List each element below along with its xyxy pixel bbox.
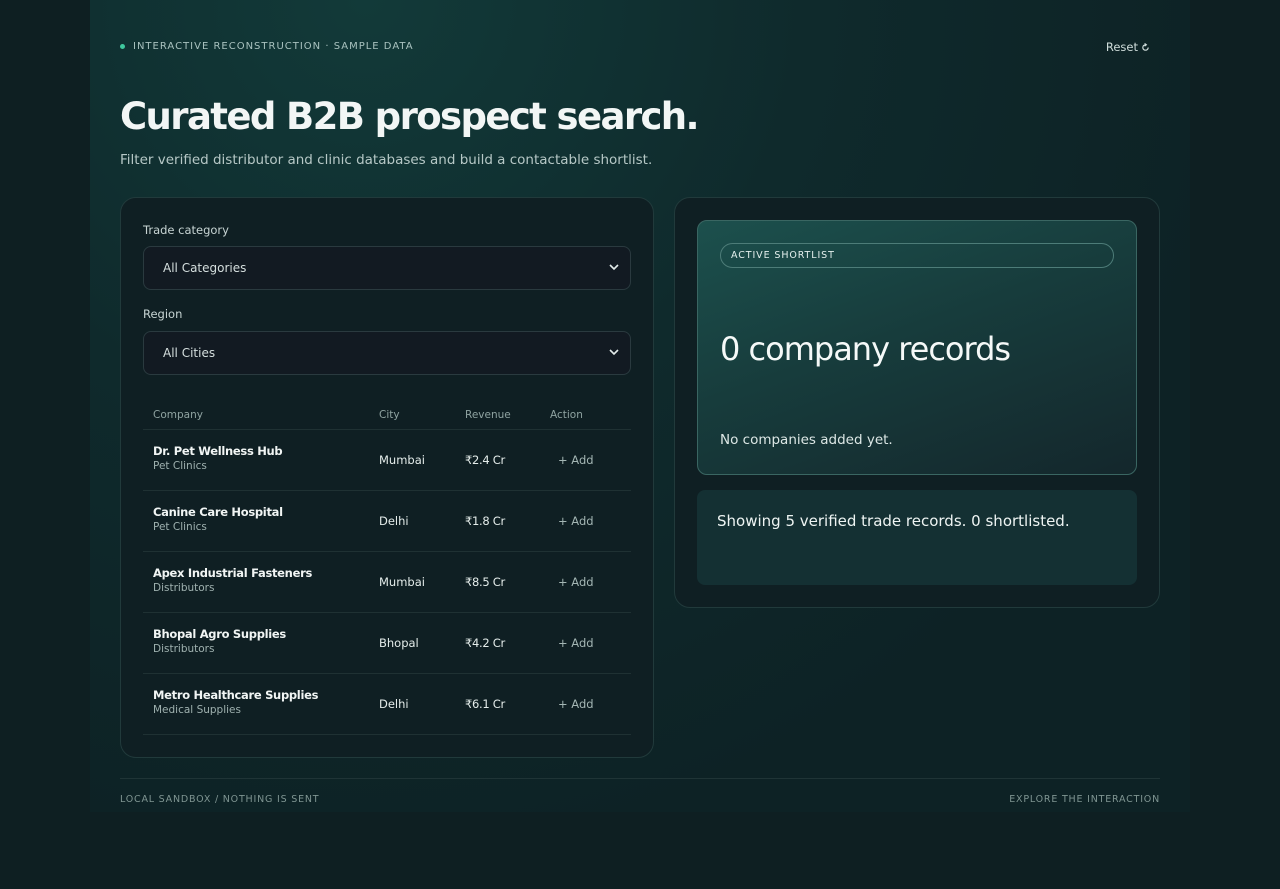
table-row: Bhopal Agro Supplies Distributors Bhopal… bbox=[143, 613, 631, 674]
status-dot-icon bbox=[120, 44, 125, 49]
company-revenue: ₹4.2 Cr bbox=[465, 636, 505, 650]
eyebrow: INTERACTIVE RECONSTRUCTION · SAMPLE DATA bbox=[120, 41, 414, 52]
table-row: Canine Care Hospital Pet Clinics Delhi ₹… bbox=[143, 491, 631, 552]
shortlist-empty-text: No companies added yet. bbox=[720, 432, 893, 448]
footer-divider bbox=[120, 778, 1160, 779]
status-card: Showing 5 verified trade records. 0 shor… bbox=[697, 490, 1137, 585]
top-bar: INTERACTIVE RECONSTRUCTION · SAMPLE DATA… bbox=[120, 40, 1160, 55]
company-city: Delhi bbox=[379, 697, 409, 711]
category-label: Trade category bbox=[143, 223, 229, 237]
add-company-button[interactable]: + Add bbox=[558, 514, 594, 528]
company-city: Mumbai bbox=[379, 575, 425, 589]
company-category: Distributors bbox=[153, 643, 215, 655]
add-company-button[interactable]: + Add bbox=[558, 636, 594, 650]
page-title: Curated B2B prospect search. bbox=[120, 95, 700, 138]
add-company-button[interactable]: + Add bbox=[558, 575, 594, 589]
region-select[interactable]: All Cities bbox=[143, 331, 631, 375]
column-action: Action bbox=[550, 409, 583, 421]
column-company: Company bbox=[153, 409, 203, 421]
company-category: Pet Clinics bbox=[153, 521, 207, 533]
add-company-button[interactable]: + Add bbox=[558, 453, 594, 467]
table-header: Company City Revenue Action bbox=[143, 401, 631, 430]
company-name: Metro Healthcare Supplies bbox=[153, 688, 319, 702]
chevron-down-icon bbox=[609, 349, 619, 356]
status-text: Showing 5 verified trade records. 0 shor… bbox=[717, 512, 1070, 530]
chevron-down-icon bbox=[609, 264, 619, 271]
search-panel: Trade category All Categories Region All… bbox=[120, 197, 654, 758]
shortlist-count: 0 company records bbox=[720, 330, 1011, 368]
company-revenue: ₹2.4 Cr bbox=[465, 453, 505, 467]
page-subtitle: Filter verified distributor and clinic d… bbox=[120, 152, 653, 168]
eyebrow-text: INTERACTIVE RECONSTRUCTION · SAMPLE DATA bbox=[133, 41, 414, 52]
company-name: Bhopal Agro Supplies bbox=[153, 627, 286, 641]
column-city: City bbox=[379, 409, 400, 421]
company-name: Apex Industrial Fasteners bbox=[153, 566, 312, 580]
table-row: Dr. Pet Wellness Hub Pet Clinics Mumbai … bbox=[143, 430, 631, 491]
reset-label: Reset bbox=[1105, 40, 1138, 54]
company-city: Mumbai bbox=[379, 453, 425, 467]
company-city: Delhi bbox=[379, 514, 409, 528]
column-revenue: Revenue bbox=[465, 409, 511, 421]
category-select[interactable]: All Categories bbox=[143, 246, 631, 290]
reset-button[interactable]: Reset bbox=[1106, 40, 1150, 54]
company-category: Medical Supplies bbox=[153, 704, 241, 716]
shortlist-badge: ACTIVE SHORTLIST bbox=[720, 243, 1114, 268]
explore-link[interactable]: EXPLORE THE INTERACTION bbox=[1009, 794, 1160, 805]
company-table: Company City Revenue Action Dr. Pet Well… bbox=[143, 401, 631, 735]
company-category: Distributors bbox=[153, 582, 215, 594]
company-city: Bhopal bbox=[379, 636, 419, 650]
company-name: Canine Care Hospital bbox=[153, 505, 283, 519]
company-revenue: ₹1.8 Cr bbox=[465, 514, 505, 528]
company-name: Dr. Pet Wellness Hub bbox=[153, 444, 283, 458]
table-row: Apex Industrial Fasteners Distributors M… bbox=[143, 552, 631, 613]
refresh-icon bbox=[1142, 42, 1149, 51]
company-category: Pet Clinics bbox=[153, 460, 207, 472]
shortlist-panel: ACTIVE SHORTLIST 0 company records No co… bbox=[674, 197, 1160, 608]
footer-note: LOCAL SANDBOX / NOTHING IS SENT bbox=[120, 794, 320, 805]
region-select-value: All Cities bbox=[163, 346, 216, 360]
add-company-button[interactable]: + Add bbox=[558, 697, 594, 711]
shortlist-card: ACTIVE SHORTLIST 0 company records No co… bbox=[697, 220, 1137, 475]
table-row: Metro Healthcare Supplies Medical Suppli… bbox=[143, 674, 631, 735]
region-label: Region bbox=[143, 307, 183, 321]
company-revenue: ₹8.5 Cr bbox=[465, 575, 505, 589]
category-select-value: All Categories bbox=[163, 261, 247, 275]
company-revenue: ₹6.1 Cr bbox=[465, 697, 505, 711]
